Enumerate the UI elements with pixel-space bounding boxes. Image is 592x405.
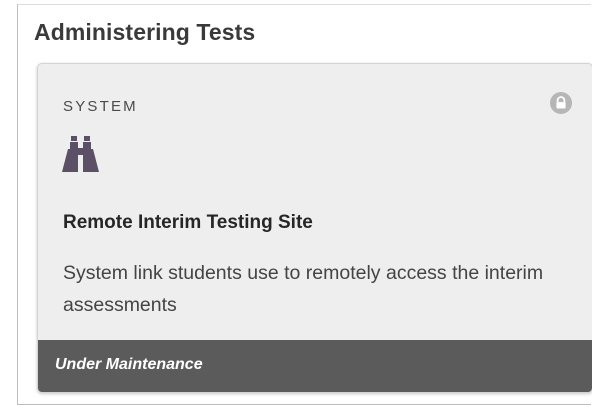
section-title: Administering Tests [34,19,256,45]
status-text: Under Maintenance [55,356,203,373]
binoculars-icon [62,136,99,172]
lock-icon [550,92,572,114]
maintenance-status-bar: Under Maintenance [38,340,592,392]
card-category-label: SYSTEM [63,98,138,115]
administering-tests-panel: Administering Tests SYSTEM Remote Interi… [17,4,592,405]
card-description: System link students use to remotely acc… [63,262,544,316]
remote-interim-testing-site-card[interactable]: SYSTEM Remote Interim Testing Site Syste… [37,63,592,393]
card-title: Remote Interim Testing Site [63,212,313,233]
